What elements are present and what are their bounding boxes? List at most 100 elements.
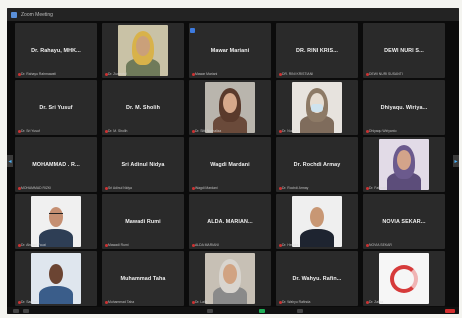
muted-mic-icon <box>105 244 108 247</box>
muted-mic-icon <box>192 130 195 133</box>
muted-mic-icon <box>279 187 282 190</box>
muted-mic-icon <box>279 130 282 133</box>
participant-label: Dr. Rahayu Rahmawati <box>21 72 56 76</box>
participant-name: Mawadi Rumi <box>125 218 161 225</box>
participant-label: Dr. Samuel <box>21 300 38 304</box>
reactions-button[interactable] <box>297 309 303 313</box>
participant-label: Dr. Sri Yusuf <box>21 129 40 133</box>
muted-mic-icon <box>192 73 195 76</box>
participant-video <box>292 82 342 133</box>
muted-mic-icon <box>18 301 21 304</box>
participant-tile[interactable]: Dr. Nur Aini <box>276 80 358 135</box>
zoom-icon <box>11 11 17 18</box>
participant-tile[interactable]: Dr. Laila <box>189 251 271 306</box>
participant-tile[interactable]: Dr. Fatimah <box>363 137 445 192</box>
mute-button[interactable] <box>13 309 19 313</box>
participant-name: Dr. Sri Yusuf <box>39 104 73 111</box>
muted-mic-icon <box>366 244 369 247</box>
participant-name: DEWI NURI S... <box>384 47 424 54</box>
muted-mic-icon <box>105 73 108 76</box>
participant-name: Sri Adinul Nidya <box>121 161 165 168</box>
participant-tile[interactable]: Mawadi Rumi Mawadi Rumi <box>102 194 184 249</box>
window-title: Zoom Meeting <box>21 11 53 18</box>
participant-video <box>31 196 81 247</box>
participant-label: Dr. Wahyu Rafinda <box>282 300 311 304</box>
muted-mic-icon <box>279 244 282 247</box>
participant-tile[interactable]: Wagdi Mardani Wagdi Mardani <box>189 137 271 192</box>
participant-label: Dr. Laila <box>195 300 208 304</box>
participant-video <box>118 25 168 76</box>
logo-image <box>390 264 418 293</box>
video-button[interactable] <box>23 309 29 313</box>
participant-tile[interactable]: Dr. Sri Yusuf Dr. Sri Yusuf <box>15 80 97 135</box>
participant-label: Muhammad Taha <box>108 300 135 304</box>
participant-tile[interactable]: ALDA. MARIAN... ALDA MARIANI <box>189 194 271 249</box>
muted-mic-icon <box>18 130 21 133</box>
participant-label: Wagdi Mardani <box>195 186 218 190</box>
muted-mic-icon <box>105 130 108 133</box>
participant-tile[interactable]: DEWI NURI S... DEWI NURI SUSANTI <box>363 23 445 78</box>
participant-tile[interactable]: Dr. Rahayu, MHK... Dr. Rahayu Rahmawati <box>15 23 97 78</box>
participant-tile[interactable]: Mawar Mariani Mawar Mariani <box>189 23 271 78</box>
participant-tile[interactable]: MOHAMMAD . R... MOHAMMAD RIZKI <box>15 137 97 192</box>
participant-tile[interactable]: Dr. Wahyu. Rafin... Dr. Wahyu Rafinda <box>276 251 358 306</box>
participant-name: Muhammad Taha <box>120 275 166 282</box>
chevron-left-icon[interactable]: ◂ <box>7 155 13 167</box>
participant-video <box>205 253 255 304</box>
participant-video <box>205 82 255 133</box>
participant-name: Dr. Rochdi Armay <box>293 161 341 168</box>
participant-name: Wagdi Mardani <box>210 161 250 168</box>
pin-icon[interactable] <box>190 28 195 33</box>
muted-mic-icon <box>279 73 282 76</box>
participant-tile[interactable]: Dr. Sitti Nurhaliza <box>189 80 271 135</box>
participant-label: Dhiyaqu Wiriyanto <box>369 129 397 133</box>
participant-name: Dr. Wahyu. Rafin... <box>292 275 342 282</box>
participant-video <box>379 139 429 190</box>
participant-label: MOHAMMAD RIZKI <box>21 186 52 190</box>
muted-mic-icon <box>192 244 195 247</box>
participant-tile[interactable]: Muhammad Taha Muhammad Taha <box>102 251 184 306</box>
participant-name: MOHAMMAD . R... <box>32 161 80 168</box>
participant-video <box>31 253 81 304</box>
participant-tile[interactable]: Dr. Zumrotul <box>102 23 184 78</box>
participant-tile[interactable]: Dhiyaqu. Wiriya... Dhiyaqu Wiriyanto <box>363 80 445 135</box>
muted-mic-icon <box>366 301 369 304</box>
participants-button[interactable] <box>207 309 213 313</box>
participant-tile[interactable]: Sri Adinul Nidya Sri Adinul Nidya <box>102 137 184 192</box>
muted-mic-icon <box>366 187 369 190</box>
participant-label: Mawar Mariani <box>195 72 218 76</box>
participant-label: Dr. Fatimah <box>369 186 387 190</box>
title-bar: Zoom Meeting <box>7 8 459 21</box>
participant-tile[interactable]: Dr. Samuel <box>15 251 97 306</box>
participant-name: Dr. M. Sholih <box>126 104 160 111</box>
muted-mic-icon <box>192 301 195 304</box>
participant-tile[interactable]: Dr. M. Sholih Dr. M. Sholih <box>102 80 184 135</box>
participant-label: Dr. Rochdi Armay <box>282 186 309 190</box>
share-screen-button[interactable] <box>259 309 265 313</box>
participant-name: NOVIA SEKAR... <box>382 218 426 225</box>
participant-label: NOVIA SEKAR <box>369 243 392 247</box>
participant-name: ALDA. MARIAN... <box>207 218 253 225</box>
participant-tile[interactable]: Dr. Zahra <box>363 251 445 306</box>
participant-tile[interactable]: Dr. Hendra <box>276 194 358 249</box>
participant-label: Dr. Zahra <box>369 300 384 304</box>
end-meeting-button[interactable] <box>445 309 455 313</box>
participant-grid: Dr. Rahayu, MHK... Dr. Rahayu Rahmawati Dr… <box>7 21 459 314</box>
participant-video <box>379 253 429 304</box>
participant-tile[interactable]: Dr. Ahmad Fauzi <box>15 194 97 249</box>
muted-mic-icon <box>105 187 108 190</box>
participant-name: Dhiyaqu. Wiriya... <box>380 104 428 111</box>
participant-tile[interactable]: Dr. Rochdi Armay Dr. Rochdi Armay <box>276 137 358 192</box>
chevron-right-icon[interactable]: ▸ <box>453 155 459 167</box>
participant-label: Dr. Ahmad Fauzi <box>21 243 47 247</box>
participant-tile[interactable]: NOVIA SEKAR... NOVIA SEKAR <box>363 194 445 249</box>
participant-name: Mawar Mariani <box>210 47 250 54</box>
participant-tile[interactable]: DR. RINI KRIS... DR. RINI KRISTIANI <box>276 23 358 78</box>
participant-label: Dr. M. Sholih <box>108 129 128 133</box>
muted-mic-icon <box>366 73 369 76</box>
participant-label: Dr. Sitti Nurhaliza <box>195 129 222 133</box>
muted-mic-icon <box>366 130 369 133</box>
participant-label: ALDA MARIANI <box>195 243 219 247</box>
muted-mic-icon <box>105 301 108 304</box>
participant-name: DR. RINI KRIS... <box>295 47 339 54</box>
